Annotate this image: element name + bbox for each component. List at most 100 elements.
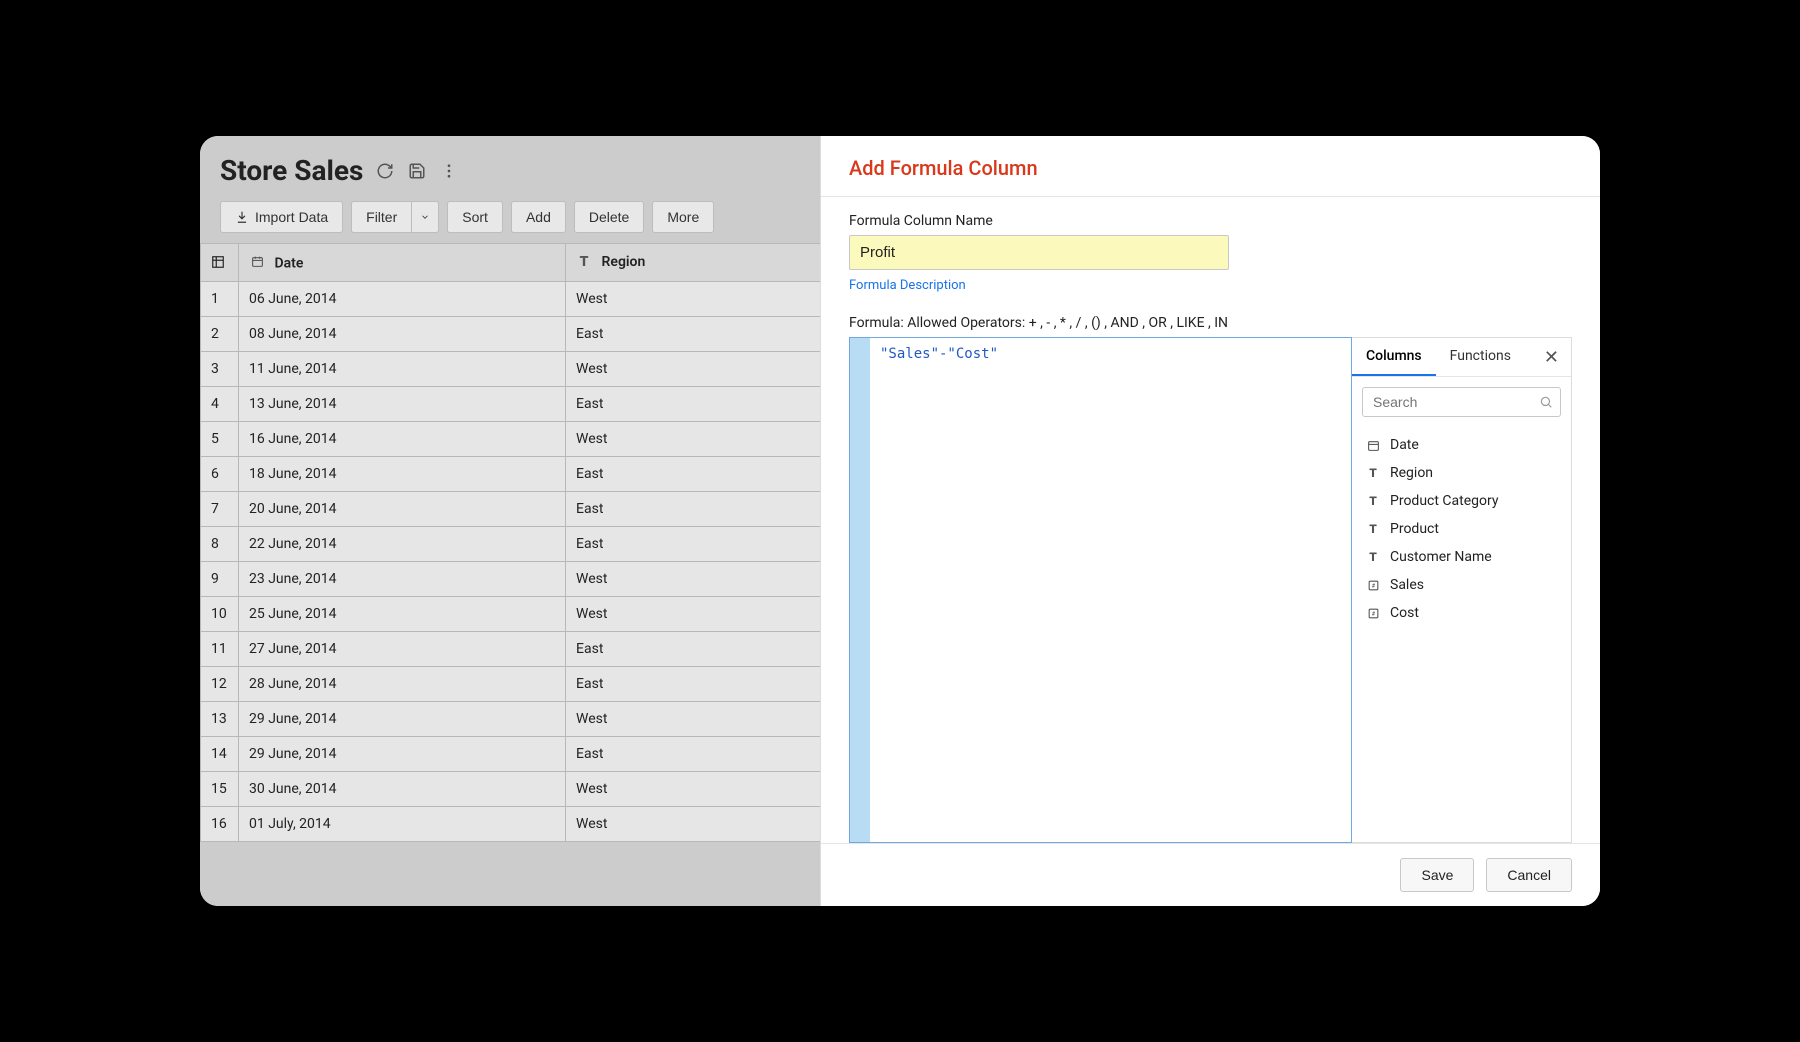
cell-region: West [566,806,838,841]
column-picker-label: Product Category [1390,493,1499,509]
column-header-date[interactable]: Date [239,244,566,282]
header-date: Date [274,256,303,272]
import-icon [235,210,249,224]
formula-description-link[interactable]: Formula Description [849,278,1572,293]
row-number: 2 [201,316,239,351]
cell-region: East [566,666,838,701]
cell-date: 27 June, 2014 [239,631,566,666]
filter-button[interactable]: Filter [351,201,411,233]
cell-region: East [566,316,838,351]
search-icon [1539,395,1553,409]
cell-region: East [566,526,838,561]
row-number: 13 [201,701,239,736]
cell-date: 20 June, 2014 [239,491,566,526]
row-number: 1 [201,281,239,316]
number-type-icon: # [1366,606,1380,620]
row-number: 3 [201,351,239,386]
column-picker-item[interactable]: TRegion [1352,459,1571,487]
cell-date: 30 June, 2014 [239,771,566,806]
column-picker-label: Product [1390,521,1439,537]
cell-date: 25 June, 2014 [239,596,566,631]
column-picker-item[interactable]: T Product Category [1352,487,1571,515]
text-type-icon: T [1366,522,1380,536]
cell-region: East [566,491,838,526]
row-number: 6 [201,456,239,491]
column-header-region[interactable]: T Region [566,244,838,282]
row-number: 9 [201,561,239,596]
side-tabs: Columns Functions ✕ [1352,338,1571,377]
refresh-icon[interactable] [375,161,395,181]
columns-side-panel: Columns Functions ✕ [1352,337,1572,843]
row-number: 5 [201,421,239,456]
row-number: 15 [201,771,239,806]
row-number: 11 [201,631,239,666]
save-icon[interactable] [407,161,427,181]
column-header-config[interactable] [201,244,239,282]
formula-editor[interactable]: "Sales"-"Cost" [849,337,1352,843]
tab-columns[interactable]: Columns [1352,338,1436,376]
cell-region: West [566,351,838,386]
editor-row: "Sales"-"Cost" Columns Functions ✕ [849,337,1572,843]
close-side-panel-button[interactable]: ✕ [1532,347,1571,368]
text-type-icon: T [576,254,592,270]
column-picker-label: Date [1390,437,1419,453]
delete-button[interactable]: Delete [574,201,644,233]
svg-text:#: # [1371,611,1375,617]
text-type-icon: T [1366,494,1380,508]
formula-name-input[interactable] [849,235,1229,270]
cell-region: East [566,456,838,491]
name-label: Formula Column Name [849,213,1572,229]
more-options-icon[interactable] [439,161,459,181]
row-number: 10 [201,596,239,631]
more-button[interactable]: More [652,201,714,233]
cell-region: East [566,631,838,666]
filter-button-group: Filter [351,201,439,233]
column-picker-item[interactable]: T Product [1352,515,1571,543]
formula-panel: Add Formula Column Formula Column Name F… [820,136,1600,906]
cell-date: 23 June, 2014 [239,561,566,596]
formula-text: "Sales"-"Cost" [870,338,1008,842]
chevron-down-icon [420,212,430,222]
save-button[interactable]: Save [1400,858,1474,892]
cell-date: 13 June, 2014 [239,386,566,421]
import-data-button[interactable]: Import Data [220,201,343,233]
cell-date: 22 June, 2014 [239,526,566,561]
sort-button[interactable]: Sort [447,201,503,233]
column-picker-label: Customer Name [1390,549,1492,565]
row-number: 12 [201,666,239,701]
column-picker-item[interactable]: # Sales [1352,571,1571,599]
text-type-icon: T [1366,550,1380,564]
row-number: 8 [201,526,239,561]
cell-date: 06 June, 2014 [239,281,566,316]
tab-functions[interactable]: Functions [1436,338,1525,376]
panel-body: Formula Column Name Formula Description … [821,197,1600,843]
formula-label: Formula: Allowed Operators: + , - , * , … [849,315,1572,331]
column-picker-item[interactable]: #Cost [1352,599,1571,627]
svg-text:#: # [1371,583,1375,589]
import-label: Import Data [255,209,328,225]
column-search-input[interactable] [1362,387,1561,417]
cell-region: West [566,596,838,631]
cell-date: 08 June, 2014 [239,316,566,351]
cell-region: East [566,736,838,771]
cell-date: 16 June, 2014 [239,421,566,456]
number-type-icon: # [1366,578,1380,592]
side-search [1352,377,1571,427]
cancel-button[interactable]: Cancel [1486,858,1572,892]
calendar-icon [249,253,265,269]
filter-dropdown-button[interactable] [411,201,439,233]
cell-date: 11 June, 2014 [239,351,566,386]
column-picker-item[interactable]: Date [1352,431,1571,459]
cell-date: 29 June, 2014 [239,701,566,736]
row-number: 4 [201,386,239,421]
cell-region: West [566,561,838,596]
add-button[interactable]: Add [511,201,566,233]
cell-date: 01 July, 2014 [239,806,566,841]
column-picker-item[interactable]: T Customer Name [1352,543,1571,571]
page-title: Store Sales [220,154,363,187]
cell-region: East [566,386,838,421]
editor-gutter [850,338,870,842]
cell-region: West [566,281,838,316]
panel-title: Add Formula Column [821,136,1600,190]
column-picker-label: Sales [1390,577,1424,593]
